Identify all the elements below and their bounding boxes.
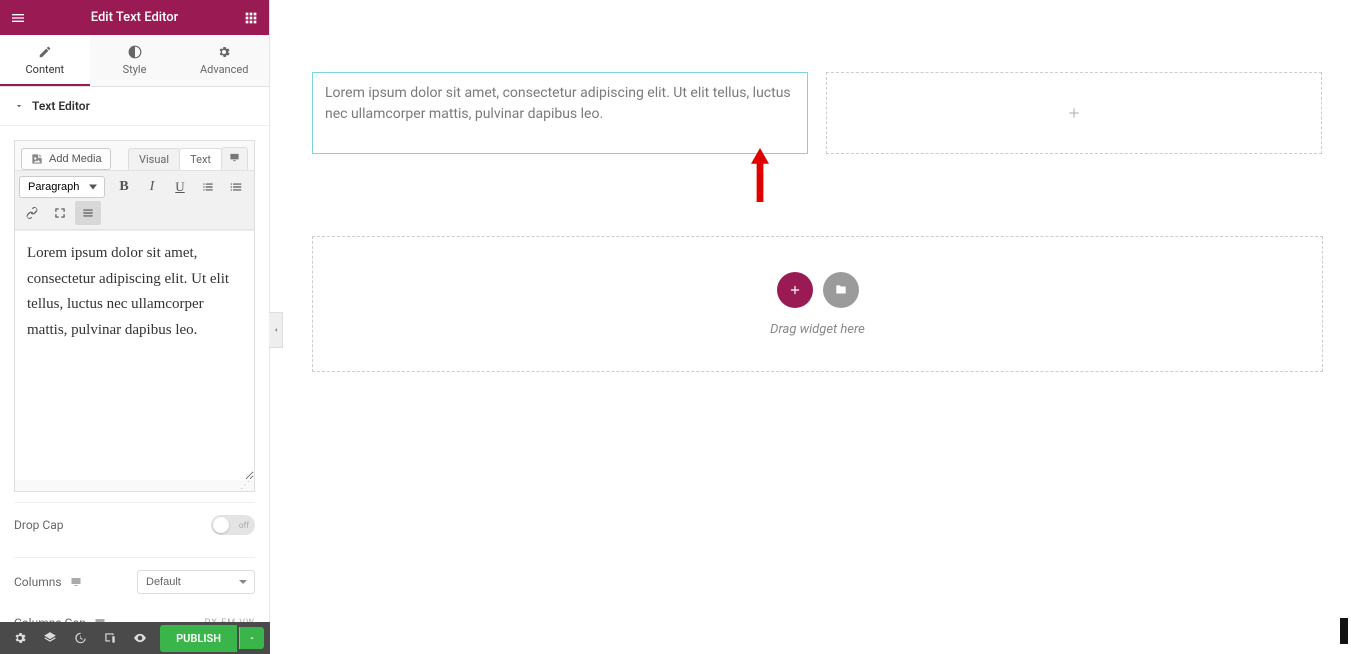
editor-tab-distraction-free[interactable]: [221, 147, 248, 170]
add-section-button[interactable]: [777, 272, 813, 308]
add-media-label: Add Media: [49, 153, 102, 165]
widgets-icon[interactable]: [243, 10, 259, 26]
bullet-list-button[interactable]: [195, 175, 221, 199]
tab-style-label: Style: [123, 63, 147, 76]
new-section-dropzone[interactable]: Drag widget here: [312, 236, 1323, 372]
media-icon: [30, 152, 44, 166]
layers-icon: [43, 631, 57, 645]
tab-content-label: Content: [26, 63, 65, 76]
link-button[interactable]: [19, 201, 45, 225]
drop-cap-label: Drop Cap: [14, 518, 63, 532]
editor-toolbar: Paragraph B I U: [15, 170, 254, 230]
monitor-icon: [229, 152, 240, 163]
resize-handle[interactable]: ⋰: [15, 480, 254, 491]
editor-tab-visual[interactable]: Visual: [128, 148, 180, 170]
responsive-button[interactable]: [96, 624, 124, 652]
tab-advanced-label: Advanced: [200, 63, 248, 76]
editor-tab-text[interactable]: Text: [179, 148, 222, 170]
underline-button[interactable]: U: [167, 175, 193, 199]
tab-style[interactable]: Style: [90, 35, 180, 86]
sidebar-footer: PUBLISH: [0, 622, 270, 654]
columns-label: Columns: [14, 575, 62, 589]
history-icon: [73, 631, 87, 645]
settings-button[interactable]: [6, 624, 34, 652]
preview-button[interactable]: [126, 624, 154, 652]
sidebar-header: Edit Text Editor: [0, 0, 269, 35]
toolbar-toggle-button[interactable]: [75, 201, 101, 225]
panel-tabs: Content Style Advanced: [0, 35, 269, 87]
publish-button[interactable]: PUBLISH: [160, 625, 237, 652]
columns-select[interactable]: Default: [137, 570, 255, 594]
caret-down-icon: [14, 101, 24, 111]
desktop-icon: [70, 576, 82, 588]
history-button[interactable]: [66, 624, 94, 652]
preview-canvas: Lorem ipsum dolor sit amet, consectetur …: [270, 0, 1351, 654]
add-media-button[interactable]: Add Media: [21, 148, 111, 170]
text-widget-selected[interactable]: Lorem ipsum dolor sit amet, consectetur …: [312, 72, 808, 154]
format-select[interactable]: Paragraph: [19, 176, 105, 198]
pencil-icon: [38, 45, 52, 59]
bold-button[interactable]: B: [111, 175, 137, 199]
corner-marker: [1340, 618, 1348, 644]
plus-icon: [788, 283, 802, 297]
tab-content[interactable]: Content: [0, 35, 90, 86]
number-list-button[interactable]: [223, 175, 249, 199]
gear-icon: [13, 631, 27, 645]
navigator-button[interactable]: [36, 624, 64, 652]
devices-icon: [103, 631, 117, 645]
caret-up-icon: [248, 634, 256, 642]
italic-button[interactable]: I: [139, 175, 165, 199]
publish-options-button[interactable]: [239, 627, 264, 649]
panel-title: Edit Text Editor: [26, 10, 243, 25]
annotation-arrow: [746, 148, 774, 206]
empty-column[interactable]: [826, 72, 1322, 154]
gear-icon: [217, 45, 231, 59]
template-library-button[interactable]: [823, 272, 859, 308]
section-text-editor-label: Text Editor: [32, 99, 90, 113]
section-text-editor[interactable]: Text Editor: [0, 87, 269, 126]
plus-icon: [1066, 105, 1082, 121]
fullscreen-button[interactable]: [47, 201, 73, 225]
panel-body: Add Media Visual Text Paragraph: [0, 126, 269, 654]
folder-icon: [834, 283, 848, 297]
tab-advanced[interactable]: Advanced: [179, 35, 269, 86]
contrast-icon: [128, 45, 142, 59]
menu-icon[interactable]: [10, 10, 26, 26]
drop-cap-toggle[interactable]: off: [211, 515, 255, 535]
editor-sidebar: Edit Text Editor Content Style Advanced …: [0, 0, 270, 654]
eye-icon: [133, 631, 147, 645]
drag-widget-hint: Drag widget here: [770, 322, 865, 337]
editor-textarea[interactable]: Lorem ipsum dolor sit amet, consectetur …: [15, 230, 254, 480]
wysiwyg-editor: Add Media Visual Text Paragraph: [14, 140, 255, 492]
